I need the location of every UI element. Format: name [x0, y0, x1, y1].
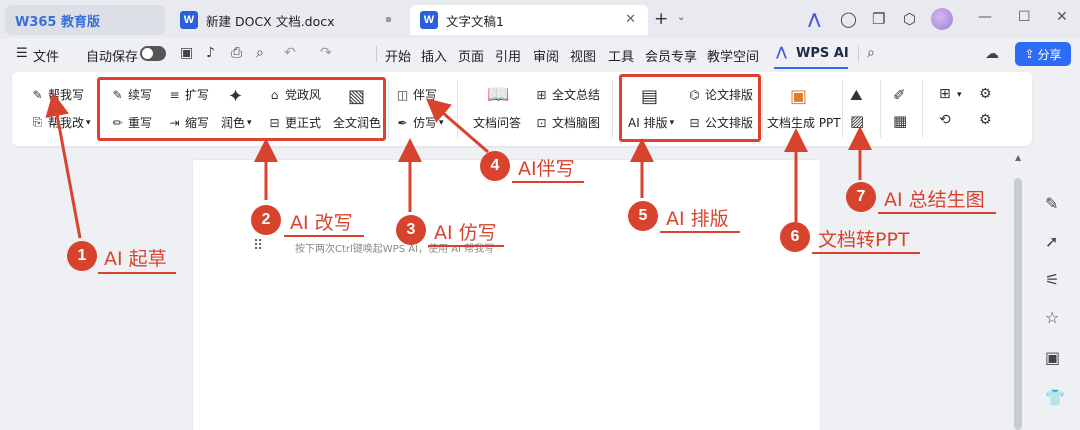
annotation-underline — [284, 235, 364, 237]
annotation-label-2: AI 改写 — [290, 212, 353, 234]
annotation-underline — [428, 245, 504, 247]
annotation-underline — [812, 252, 920, 254]
annotation-underline — [660, 231, 740, 233]
annotation-badge-1: 1 — [67, 241, 97, 271]
annotation-underline — [512, 181, 584, 183]
annotation-arrows — [45, 92, 872, 239]
annotation-badge-2: 2 — [251, 205, 281, 235]
arrow-1 — [45, 92, 82, 239]
annotation-badge-7: 7 — [846, 182, 876, 212]
annotation-badge-4: 4 — [480, 151, 510, 181]
annotation-badge-3: 3 — [396, 215, 426, 245]
annotation-underline — [98, 272, 176, 274]
annotation-label-6: 文档转PPT — [818, 229, 910, 251]
annotation-badge-6: 6 — [780, 222, 810, 252]
annotation-label-1: AI 起草 — [104, 248, 167, 270]
annotation-label-4: AI伴写 — [518, 158, 575, 180]
annotation-label-7: AI 总结生图 — [884, 189, 985, 211]
annotation-label-3: AI 仿写 — [434, 222, 497, 244]
annotation-underline — [878, 212, 996, 214]
annotation-label-5: AI 排版 — [666, 208, 729, 230]
annotation-badge-5: 5 — [628, 201, 658, 231]
arrow-4 — [425, 98, 489, 154]
